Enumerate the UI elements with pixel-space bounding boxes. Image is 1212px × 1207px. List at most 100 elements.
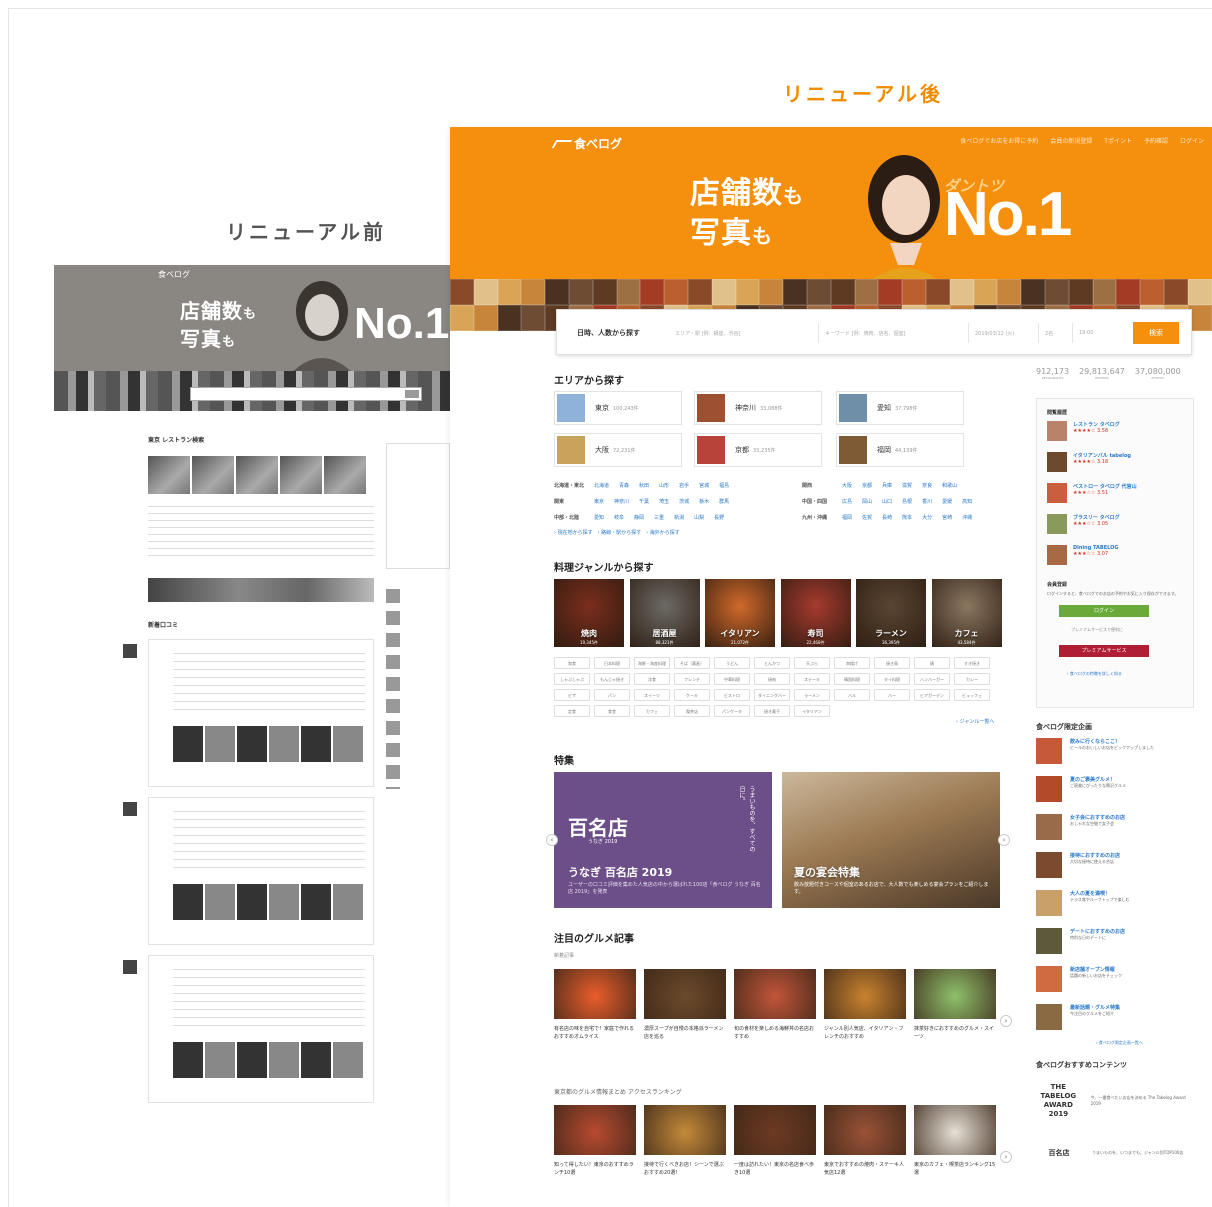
article-card[interactable]: 知って得したい！東京のおすすめランチ10選 (554, 1105, 636, 1185)
features-more-link[interactable]: › 食べログの特徴を詳しく知る (1067, 671, 1183, 677)
campaign-item[interactable]: 最新話題・グルメ特集 今注目のグルメをご紹介 (1036, 1004, 1194, 1036)
prefecture-link[interactable]: 千葉 (639, 498, 649, 505)
area-tile[interactable]: 東京 100,243件 (554, 391, 682, 425)
genre-tag[interactable]: とんかつ (754, 657, 790, 669)
area-tile[interactable]: 大阪 72,231件 (554, 433, 682, 467)
prefecture-link[interactable]: 福岡 (842, 514, 852, 521)
history-item[interactable]: ブラスリー タベログ ★★★☆☆ 3.05 (1047, 514, 1183, 540)
carousel-prev-icon[interactable]: ‹ (546, 834, 558, 846)
prefecture-link[interactable]: 兵庫 (882, 482, 892, 489)
prefecture-link[interactable]: 秋田 (639, 482, 649, 489)
history-item[interactable]: ベストロー タベログ 代官山 ★★★☆☆ 3.51 (1047, 483, 1183, 509)
area-more-link[interactable]: › 現在地から探す › 路線・駅から探す › 海外から探す (554, 529, 680, 536)
prefecture-link[interactable]: 和歌山 (942, 482, 957, 489)
article-card[interactable]: 濃厚スープが自慢の本格派ラーメン店を巡る (644, 969, 726, 1049)
prefecture-link[interactable]: 島根 (902, 498, 912, 505)
genre-tag[interactable]: 焼き鳥 (874, 657, 910, 669)
article-card[interactable]: 接待で行くべきお店！シーンで選ぶおすすめ20選！ (644, 1105, 726, 1185)
prefecture-link[interactable]: 愛媛 (942, 498, 952, 505)
prefecture-link[interactable]: 青森 (619, 482, 629, 489)
area-tile[interactable]: 神奈川 33,088件 (694, 391, 822, 425)
genre-tag[interactable]: フレンチ (674, 673, 710, 685)
article-card[interactable]: 東京のカフェ・喫茶店ランキング15選 (914, 1105, 996, 1185)
prefecture-link[interactable]: 愛知 (594, 514, 604, 521)
campaign-item[interactable]: 飲みに行くならここ！ ビールのおいしいお店をピックアップしました (1036, 738, 1194, 770)
prefecture-link[interactable]: 山口 (882, 498, 892, 505)
prefecture-link[interactable]: 栃木 (699, 498, 709, 505)
premium-button[interactable]: プレミアムサービス (1059, 645, 1149, 657)
article-card[interactable]: 抹茶好きにおすすめのグルメ・スイーツ (914, 969, 996, 1049)
genre-tag[interactable]: イタリアン (794, 705, 830, 717)
history-item[interactable]: Dining TABELOG ★★★☆☆ 3.07 (1047, 545, 1183, 571)
genre-card[interactable]: 居酒屋 88,321件 (629, 579, 700, 647)
prefecture-link[interactable]: 佐賀 (862, 514, 872, 521)
articles-next-icon[interactable]: › (1000, 1015, 1012, 1027)
keyword-input[interactable]: キーワード [例：焼肉、店名、個室] (819, 323, 969, 343)
area-tile[interactable]: 京都 33,235件 (694, 433, 822, 467)
genre-tag[interactable]: 焼き菓子 (754, 705, 790, 717)
prefecture-link[interactable]: 沖縄 (962, 514, 972, 521)
genre-tag[interactable]: カフェ (634, 705, 670, 717)
genre-card[interactable]: 寿司 22,468件 (780, 579, 851, 647)
genre-tag[interactable]: ビアガーデン (914, 689, 950, 701)
recommend-item[interactable]: 百名店 うまいものを、いつまでも。ジャンル別TOP100店 (1036, 1132, 1194, 1174)
genre-tag[interactable]: 焼肉 (754, 673, 790, 685)
area-tile[interactable]: 愛知 37,798件 (836, 391, 964, 425)
ranking-next-icon[interactable]: › (1000, 1151, 1012, 1163)
people-select[interactable]: 2名 (1039, 323, 1073, 343)
prefecture-link[interactable]: 茨城 (679, 498, 689, 505)
genre-tag[interactable]: そば（蕎麦） (674, 657, 710, 669)
genre-tag[interactable]: 食堂 (594, 705, 630, 717)
genre-tag[interactable]: パン (594, 689, 630, 701)
history-item[interactable]: レストラン タベログ ★★★★☆ 3.58 (1047, 421, 1183, 447)
genre-tag[interactable]: スイーツ (634, 689, 670, 701)
campaign-item[interactable]: 接待におすすめのお店 大切な接待に使える名店 (1036, 852, 1194, 884)
genre-card[interactable]: イタリアン 21,072件 (705, 579, 775, 647)
genre-tag[interactable]: 鍋 (914, 657, 950, 669)
topnav-link[interactable]: ログイン (1180, 136, 1204, 145)
genre-tag[interactable]: もんじゃ焼き (594, 673, 630, 685)
genre-tag[interactable]: ピザ (554, 689, 590, 701)
prefecture-link[interactable]: 滋賀 (902, 482, 912, 489)
genre-tag[interactable]: 日本料理 (594, 657, 630, 669)
genre-tag[interactable]: 串揚げ (834, 657, 870, 669)
topnav-link[interactable]: Tポイント (1104, 136, 1132, 145)
genre-tag[interactable]: ダイニングバー (754, 689, 790, 701)
genre-tag[interactable]: バー (874, 689, 910, 701)
prefecture-link[interactable]: 大分 (922, 514, 932, 521)
area-tile[interactable]: 福岡 44,139件 (836, 433, 964, 467)
prefecture-link[interactable]: 大阪 (842, 482, 852, 489)
genre-tag[interactable]: カレー (954, 673, 990, 685)
feature-card-summer-party[interactable]: 夏の宴会特集 飲み放題付きコースや個室のあるお店で、大人数でも楽しめる宴会プラン… (782, 772, 1000, 908)
campaign-more-link[interactable]: › 食べログ限定企画一覧へ (1036, 1040, 1194, 1046)
campaign-item[interactable]: 夏のご褒美グルメ！ ご褒美にぴったりな贅沢グルメ (1036, 776, 1194, 808)
prefecture-link[interactable]: 岐阜 (614, 514, 624, 521)
prefecture-link[interactable]: 静岡 (634, 514, 644, 521)
campaign-item[interactable]: 新店舗オープン情報 話題の新しいお店をチェック (1036, 966, 1194, 998)
article-card[interactable]: 東京でおすすめの焼肉・ステーキ人気店12選 (824, 1105, 906, 1185)
article-card[interactable]: 旬の食材を楽しめる海鮮丼の名店おすすめ (734, 969, 816, 1049)
genre-tag[interactable]: ケーキ (674, 689, 710, 701)
history-item[interactable]: イタリアンバル tabelog ★★★★☆ 3.18 (1047, 452, 1183, 478)
genre-tag[interactable]: すき焼き (954, 657, 990, 669)
campaign-item[interactable]: 大人の夏を満喫！ テラス席やルーフトップで楽しむ (1036, 890, 1194, 922)
prefecture-link[interactable]: 岩手 (679, 482, 689, 489)
topnav-link[interactable]: 食べログでお店をお得に予約 (960, 136, 1038, 145)
article-card[interactable]: 一度は訪れたい！東京の名店食べ歩き10選 (734, 1105, 816, 1185)
date-select[interactable]: 2019/03/12 (火) (969, 323, 1039, 343)
prefecture-link[interactable]: 長崎 (882, 514, 892, 521)
prefecture-link[interactable]: 広島 (842, 498, 852, 505)
prefecture-link[interactable]: 東京 (594, 498, 604, 505)
campaign-item[interactable]: 女子会におすすめのお店 おしゃれな空間で女子会 (1036, 814, 1194, 846)
article-card[interactable]: 有名店の味を自宅で！家庭で作れるおすすめオムライス (554, 969, 636, 1049)
topnav-link[interactable]: 会員の新規登録 (1050, 136, 1092, 145)
prefecture-link[interactable]: 三重 (654, 514, 664, 521)
feature-card-hyakumeiten[interactable]: 百名店 うなぎ 2019 うまいものを、すべての日に。 うなぎ 百名店 2019… (554, 772, 772, 908)
prefecture-link[interactable]: 香川 (922, 498, 932, 505)
prefecture-link[interactable]: 岡山 (862, 498, 872, 505)
genre-tag[interactable]: ステーキ (794, 673, 830, 685)
genre-tag[interactable]: ラーメン (794, 689, 830, 701)
genre-tag[interactable]: ハンバーガー (914, 673, 950, 685)
genre-tag[interactable]: バル (834, 689, 870, 701)
prefecture-link[interactable]: 山形 (659, 482, 669, 489)
